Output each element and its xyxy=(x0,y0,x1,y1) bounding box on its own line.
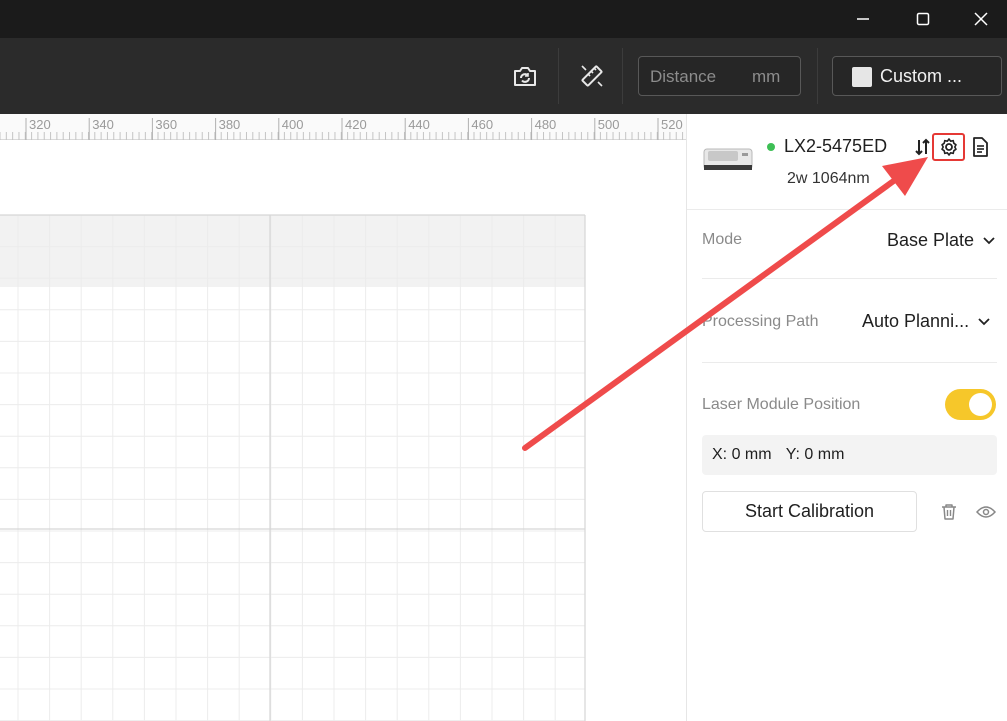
laser-position-toggle[interactable] xyxy=(945,389,996,420)
x-coordinate: X: 0 mm xyxy=(712,446,772,463)
ruler-tick-label: 400 xyxy=(282,117,304,132)
processing-path-label: Processing Path xyxy=(702,313,819,330)
toggle-knob xyxy=(969,393,992,416)
mode-value: Base Plate xyxy=(887,230,975,250)
toolbar-separator xyxy=(817,48,818,104)
distance-placeholder: Distance xyxy=(650,67,717,86)
device-name: LX2-5475ED xyxy=(784,136,888,156)
horizontal-ruler: 320 340 360 380 400 420 440 460 480 500 520 xyxy=(0,114,686,140)
laser-position-label: Laser Module Position xyxy=(702,396,861,413)
mode-dropdown[interactable]: Base Plate xyxy=(887,230,996,251)
gear-icon[interactable] xyxy=(932,133,965,161)
toolbar-separator xyxy=(622,48,623,104)
material-label: Custom ... xyxy=(880,66,963,86)
distance-unit: mm xyxy=(752,67,781,86)
material-swatch-icon xyxy=(852,67,872,87)
distance-input[interactable]: Distance mm xyxy=(638,56,801,96)
laser-device-image xyxy=(702,145,754,175)
chevron-down-icon xyxy=(983,236,995,244)
document-icon[interactable] xyxy=(966,133,994,161)
chevron-down-icon xyxy=(978,317,990,325)
device-settings-panel: LX2-5475ED 2w 1064nm Mode Base Plate Pro… xyxy=(687,114,1007,721)
device-spec: 2w 1064nm xyxy=(787,170,870,187)
ruler-tick-label: 380 xyxy=(219,117,241,132)
toolbar-separator xyxy=(558,48,559,104)
measure-ruler-icon[interactable] xyxy=(574,56,610,96)
connection-status-dot xyxy=(767,143,775,151)
work-grid[interactable] xyxy=(0,140,686,721)
ruler-tick-label: 360 xyxy=(155,117,177,132)
divider xyxy=(702,362,997,363)
ruler-tick-label: 340 xyxy=(92,117,114,132)
camera-rotate-icon[interactable] xyxy=(507,56,543,96)
divider xyxy=(687,209,1007,210)
processing-path-dropdown[interactable]: Auto Planni... xyxy=(862,311,991,332)
processing-path-value: Auto Planni... xyxy=(862,311,970,331)
material-select-button[interactable]: Custom ... xyxy=(832,56,1002,96)
minimize-icon[interactable] xyxy=(835,0,891,38)
trash-icon[interactable] xyxy=(937,500,961,524)
ruler-tick-label: 500 xyxy=(598,117,620,132)
eye-icon[interactable] xyxy=(974,500,998,524)
ruler-tick-label: 480 xyxy=(535,117,557,132)
y-coordinate: Y: 0 mm xyxy=(785,446,845,463)
maximize-icon[interactable] xyxy=(895,0,951,38)
ruler-tick-label: 320 xyxy=(29,117,51,132)
title-bar xyxy=(0,0,1007,38)
ruler-tick-label: 520 xyxy=(661,117,683,132)
ruler-tick-label: 440 xyxy=(408,117,430,132)
start-calibration-button[interactable]: Start Calibration xyxy=(702,491,917,532)
ruler-tick-label: 460 xyxy=(471,117,493,132)
laser-coordinates: X: 0 mm Y: 0 mm xyxy=(702,435,997,475)
canvas-workspace[interactable]: 320 340 360 380 400 420 440 460 480 500 520 xyxy=(0,114,686,721)
divider xyxy=(702,278,997,279)
mode-label: Mode xyxy=(702,231,743,248)
close-icon[interactable] xyxy=(953,0,1007,38)
ruler-tick-label: 420 xyxy=(345,117,367,132)
top-toolbar: Distance mm Custom ... xyxy=(0,38,1007,114)
